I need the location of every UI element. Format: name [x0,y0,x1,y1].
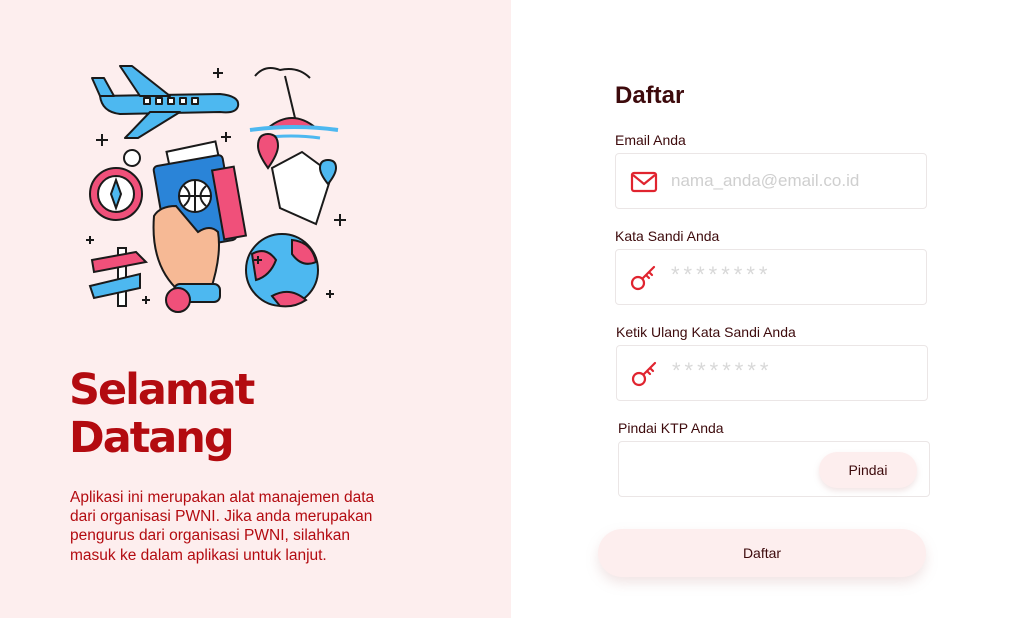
register-button[interactable]: Daftar [598,529,926,577]
ktp-field-box: Pindai [618,441,930,497]
welcome-panel: Selamat Datang Aplikasi ini merupakan al… [0,0,511,618]
compass-icon [89,149,143,221]
email-field-box [615,153,927,209]
password-field-box [615,249,927,305]
mail-icon [630,171,658,193]
form-title: Daftar [615,82,685,109]
email-label: Email Anda [615,132,686,148]
ktp-label: Pindai KTP Anda [618,420,724,436]
globe-icon [245,233,319,308]
key-icon [630,265,656,291]
airplane-icon [91,65,240,139]
confirm-password-label: Ketik Ulang Kata Sandi Anda [616,324,796,340]
signpost-icon [88,247,149,307]
password-input[interactable] [671,250,916,304]
confirm-password-input[interactable] [672,346,917,400]
email-input[interactable] [671,154,916,208]
welcome-description: Aplikasi ini merupakan alat manajemen da… [70,489,375,564]
scan-ktp-button[interactable]: Pindai [819,452,917,488]
map-icon [256,132,338,226]
welcome-title: Selamat Datang [69,365,255,463]
confirm-password-field-box [616,345,928,401]
travel-illustration [86,65,346,313]
key-icon [631,361,657,387]
password-label: Kata Sandi Anda [615,228,720,244]
island-icon [249,67,339,140]
